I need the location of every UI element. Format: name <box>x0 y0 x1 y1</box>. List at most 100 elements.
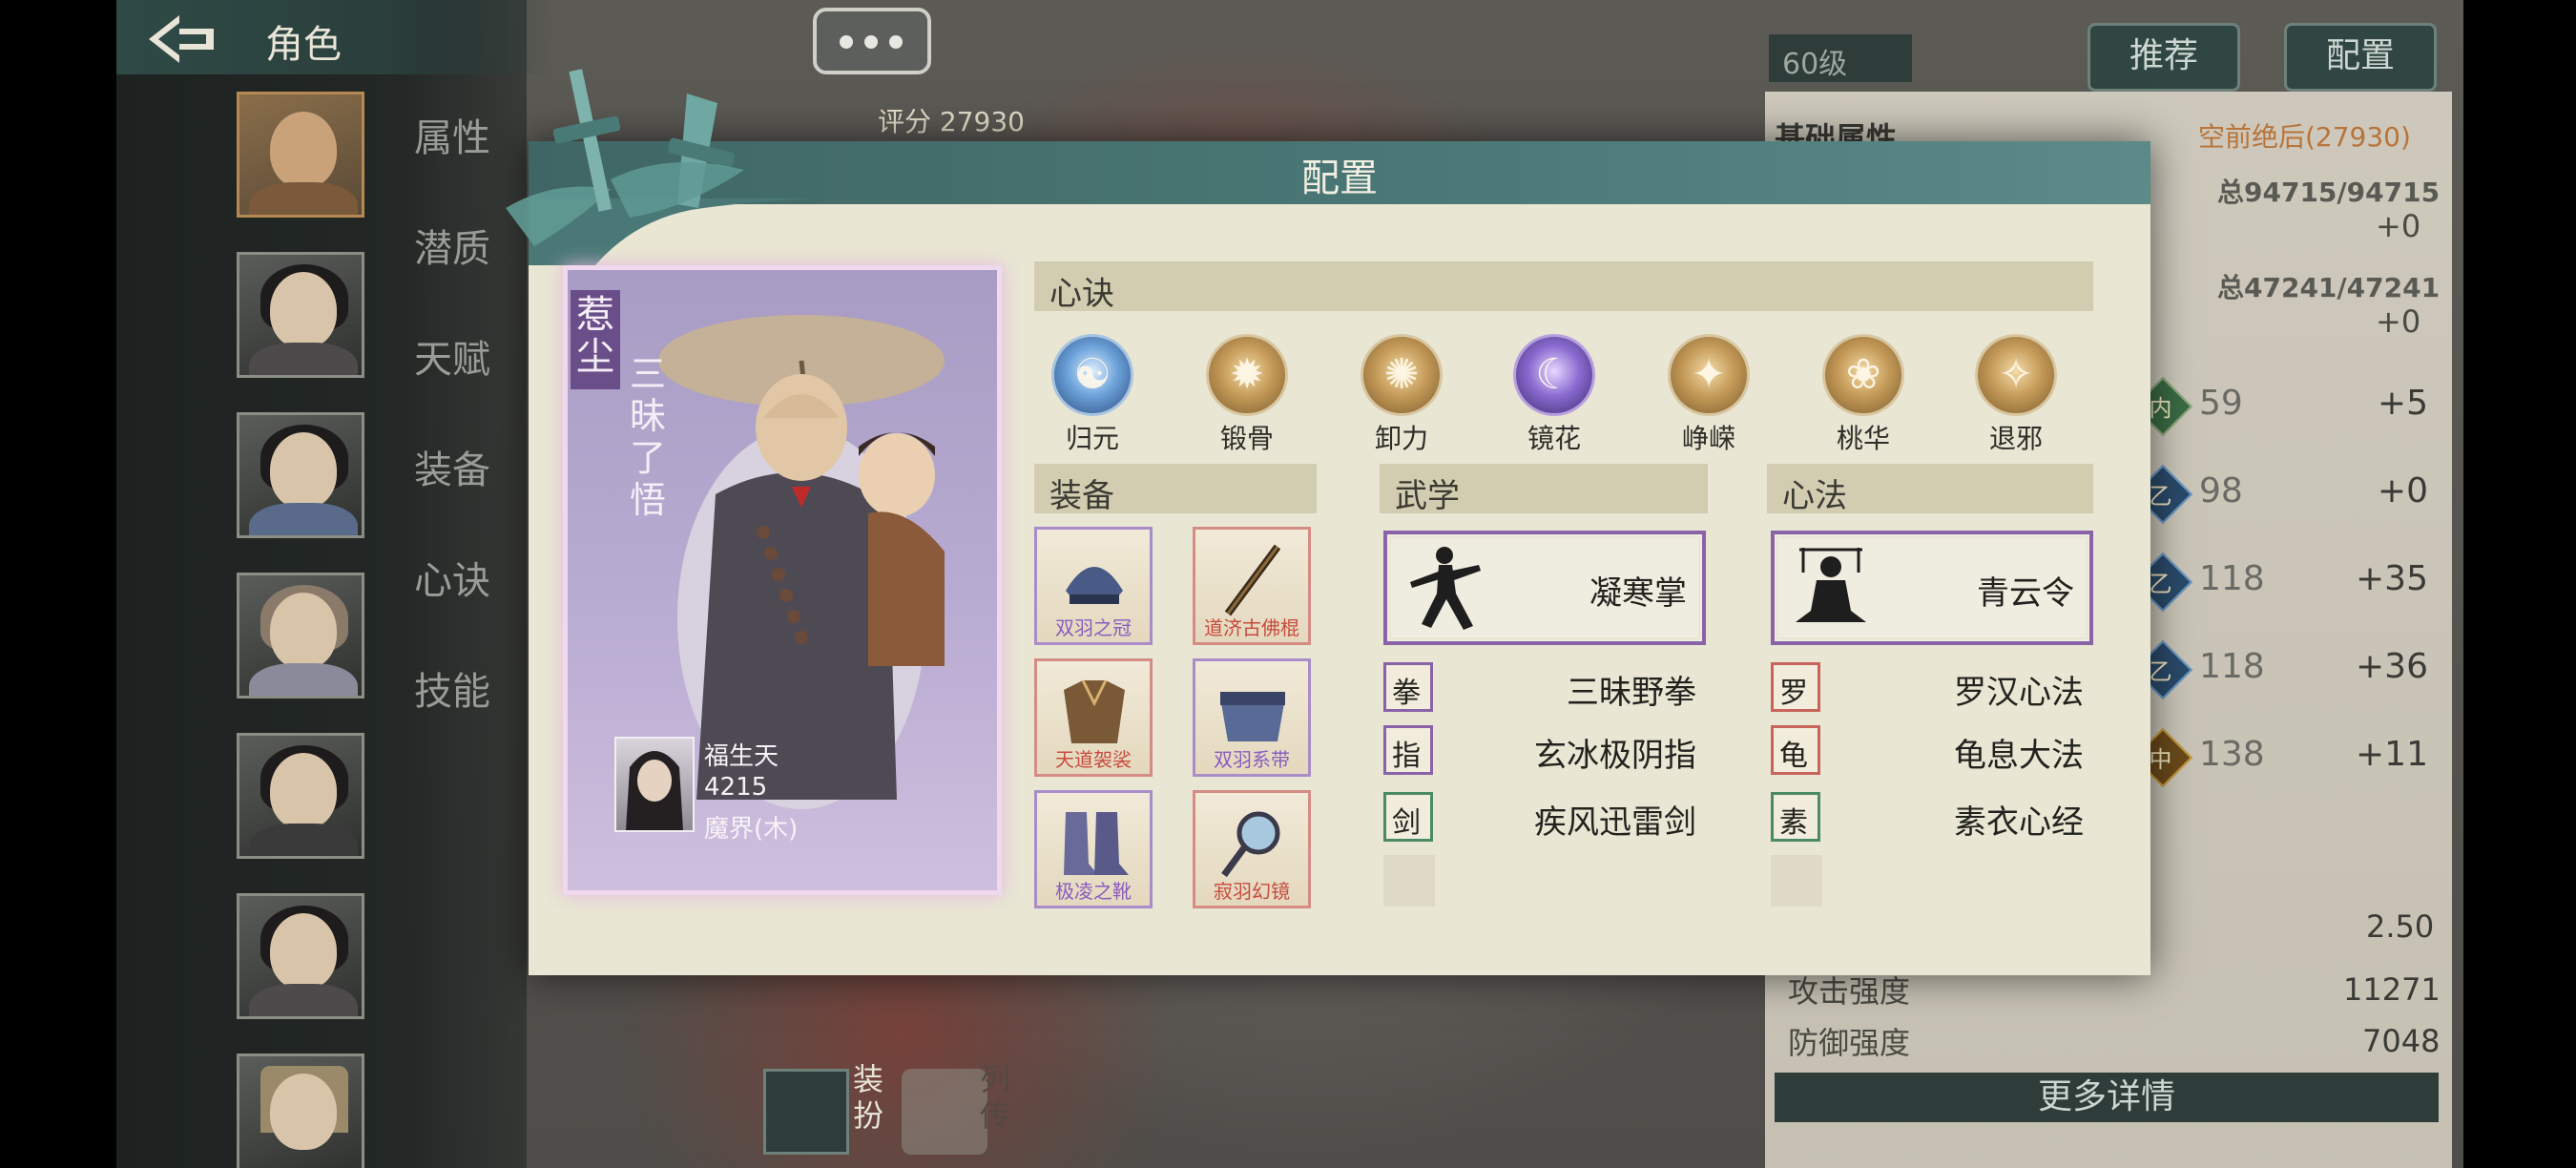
xinjue-label: 退邪 <box>1988 423 2043 454</box>
inner-skill-item[interactable]: 素 素衣心经 <box>1771 792 2095 842</box>
tab-potential[interactable]: 潜质 <box>414 218 490 273</box>
martial-skill-item[interactable]: 指 玄冰极阴指 <box>1383 725 1708 775</box>
character-portrait[interactable] <box>237 893 364 1019</box>
xinjue-title: 心诀 <box>1049 275 1114 313</box>
inner-skill-name: 罗汉心法 <box>1954 674 2084 712</box>
score-label: 评分 <box>878 106 932 137</box>
orb-glyph: ✹ <box>1229 350 1265 399</box>
dot <box>840 35 853 49</box>
xinjue-label: 峥嵘 <box>1681 423 1735 454</box>
xinjue-slot[interactable]: ☾ 镜花 <box>1502 334 1607 456</box>
xinjue-label: 归元 <box>1065 423 1119 454</box>
defense-value: 7048 <box>2362 1023 2441 1059</box>
inner-skill-name: 龟息大法 <box>1954 737 2084 775</box>
portrait-face <box>270 913 337 990</box>
master-name: 福生天 <box>704 742 779 771</box>
tab-talent[interactable]: 天赋 <box>414 328 490 384</box>
equip-slot-helmet[interactable]: 双羽之冠 <box>1034 527 1153 645</box>
stat-value: 59 <box>2199 384 2243 423</box>
master-portrait-icon <box>626 751 683 830</box>
inner-skill-item[interactable]: 龟 龟息大法 <box>1771 725 2095 775</box>
stat-value: 118 <box>2199 559 2265 598</box>
moon-orb-icon: ☾ <box>1513 334 1595 416</box>
equip-slot-armor[interactable]: 天道袈裟 <box>1034 658 1153 777</box>
martial-skill-item[interactable]: 剑 疾风迅雷剑 <box>1383 792 1708 842</box>
back-arrow-icon[interactable] <box>143 10 219 69</box>
golden-orb-icon: ✹ <box>1206 334 1288 416</box>
config-button[interactable]: 配置 <box>2284 23 2437 92</box>
main-inner-skill-name: 青云令 <box>1977 574 2074 613</box>
character-card: 惹尘 三昧了悟 福生天 4215 魔界(木) <box>563 265 1002 895</box>
wuxue-section-header: 武学 <box>1380 464 1708 515</box>
xinjue-slot[interactable]: ✦ 峥嵘 <box>1656 334 1761 456</box>
inner-skill-icon: 龟 <box>1771 725 1820 775</box>
xinjue-slot[interactable]: ✺ 卸力 <box>1349 334 1454 456</box>
inner-skill-name: 素衣心经 <box>1954 803 2084 842</box>
stat-icon-glyph: 乙 <box>2149 658 2172 686</box>
equip-slot-belt[interactable]: 双羽系带 <box>1193 658 1311 777</box>
equip-slot-accessory[interactable]: 寂羽幻镜 <box>1193 790 1311 908</box>
orb-glyph: ❀ <box>1845 350 1881 399</box>
speed-value: 2.50 <box>2366 908 2435 945</box>
main-martial-skill[interactable]: 凝寒掌 <box>1383 531 1706 645</box>
skill-glyph: 罗 <box>1779 677 1808 710</box>
dot <box>864 35 878 49</box>
character-portrait[interactable] <box>237 573 364 699</box>
portrait-body <box>249 182 358 215</box>
chat-bubble-button[interactable] <box>813 8 931 74</box>
stat-value: 138 <box>2199 735 2265 774</box>
robe-icon <box>763 1069 849 1155</box>
empty-inner-skill-slot[interactable] <box>1771 855 1822 907</box>
stat-icon-glyph: 乙 <box>2149 483 2172 511</box>
martial-skill-item[interactable]: 拳 三昧野拳 <box>1383 662 1708 712</box>
tab-equipment[interactable]: 装备 <box>414 439 490 494</box>
character-portrait[interactable] <box>237 1053 364 1168</box>
equip-name: 双羽系带 <box>1214 748 1290 771</box>
equip-section-header: 装备 <box>1034 464 1317 515</box>
martial-skill-icon: 剑 <box>1383 792 1433 842</box>
biography-icon <box>902 1069 987 1155</box>
more-details-button[interactable]: 更多详情 <box>1775 1073 2439 1122</box>
dress-button[interactable]: 装扮 <box>763 1061 906 1157</box>
xinjue-slot[interactable]: ☯ 归元 <box>1040 334 1145 456</box>
xinjue-label: 卸力 <box>1374 423 1428 454</box>
inner-skill-item[interactable]: 罗 罗汉心法 <box>1771 662 2095 712</box>
equip-slot-weapon[interactable]: 道济古佛棍 <box>1193 527 1311 645</box>
portrait-face <box>270 1074 337 1150</box>
master-score: 4215 <box>704 773 768 802</box>
xinjue-slot[interactable]: ❀ 桃华 <box>1811 334 1916 456</box>
character-portrait[interactable] <box>237 733 364 859</box>
orb-glyph: ✧ <box>1998 350 2034 399</box>
character-portrait-monk[interactable] <box>237 92 364 218</box>
xinjue-section-header: 心诀 <box>1034 261 2093 313</box>
skill-glyph: 龟 <box>1779 740 1808 773</box>
stat-bonus: +35 <box>2356 559 2428 598</box>
defense-label: 防御强度 <box>1788 1025 1911 1061</box>
score-display: 评分 27930 <box>878 101 1025 139</box>
portrait-body <box>249 984 358 1016</box>
tab-skills[interactable]: 技能 <box>414 660 490 716</box>
character-portrait[interactable] <box>237 412 364 538</box>
empty-martial-skill-slot[interactable] <box>1383 855 1435 907</box>
character-portrait[interactable] <box>237 252 364 378</box>
stat-value: 98 <box>2199 471 2243 511</box>
tab-attributes[interactable]: 属性 <box>414 107 490 162</box>
stat-bonus: +5 <box>2377 384 2428 423</box>
xinjue-slot[interactable]: ✹ 锻骨 <box>1195 334 1299 456</box>
xinjue-slot[interactable]: ✧ 退邪 <box>1963 334 2068 456</box>
portrait-face <box>270 112 337 188</box>
equip-name: 极凌之靴 <box>1055 880 1132 903</box>
equip-slot-boots[interactable]: 极凌之靴 <box>1034 790 1153 908</box>
biography-button[interactable]: 列传 <box>902 1061 1045 1157</box>
equip-name: 寂羽幻镜 <box>1214 880 1290 903</box>
main-inner-skill[interactable]: 青云令 <box>1771 531 2093 645</box>
character-name: 惹尘 <box>571 290 620 389</box>
portrait-body <box>249 343 358 375</box>
biography-label: 列传 <box>980 1061 1011 1134</box>
recommend-button[interactable]: 推荐 <box>2088 23 2240 92</box>
portrait-face <box>270 593 337 669</box>
martial-skill-icon: 指 <box>1383 725 1433 775</box>
tab-xinjue[interactable]: 心诀 <box>414 550 490 605</box>
equip-name: 天道袈裟 <box>1055 748 1132 771</box>
martial-skill-name: 玄冰极阴指 <box>1534 737 1696 775</box>
